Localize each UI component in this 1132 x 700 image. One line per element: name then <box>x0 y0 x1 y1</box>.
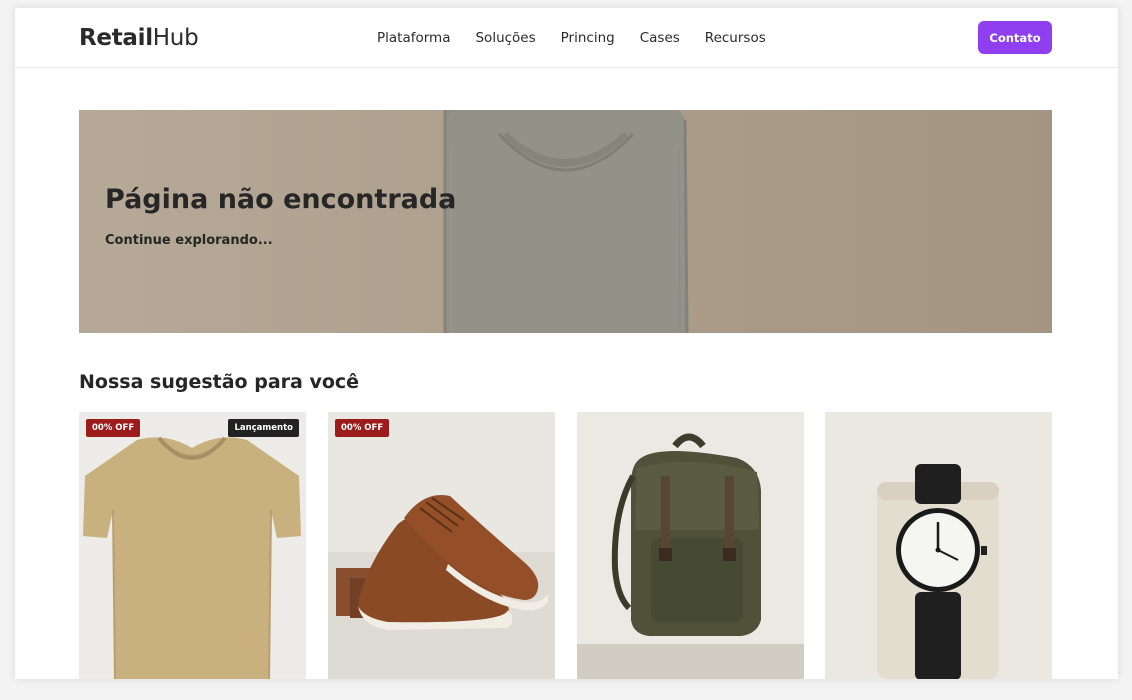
product-card-tshirt[interactable]: 00% OFF Lançamento <box>79 412 306 679</box>
logo-light-text: Hub <box>152 25 199 51</box>
product-image-sneakers <box>328 412 555 679</box>
retailhub-logo[interactable]: RetailHub <box>79 24 199 52</box>
hero-subtitle: Continue explorando... <box>105 233 273 248</box>
main-nav: Plataforma Soluções Princing Cases Recur… <box>377 28 791 48</box>
discount-badge: 00% OFF <box>335 419 390 437</box>
browser-window: RetailHub Plataforma Soluções Princing C… <box>15 8 1118 679</box>
nav-item-recursos[interactable]: Recursos <box>705 28 766 48</box>
discount-badge: 00% OFF <box>86 419 141 437</box>
hero-tshirt-image <box>443 110 689 333</box>
suggestions-title: Nossa sugestão para você <box>79 371 360 393</box>
contact-button[interactable]: Contato <box>978 21 1052 54</box>
logo-bold-text: Retail <box>79 25 153 51</box>
product-card-backpack[interactable] <box>577 412 804 679</box>
hero-title: Página não encontrada <box>105 184 457 215</box>
hero-banner: Página não encontrada Continue explorand… <box>79 110 1052 333</box>
nav-item-plataforma[interactable]: Plataforma <box>377 28 450 48</box>
nav-item-solucoes[interactable]: Soluções <box>475 28 535 48</box>
nav-item-pricing[interactable]: Princing <box>561 28 615 48</box>
product-image-watch <box>825 412 1052 679</box>
product-image-backpack <box>577 412 804 679</box>
site-header: RetailHub Plataforma Soluções Princing C… <box>15 8 1118 68</box>
product-card-sneakers[interactable]: 00% OFF <box>328 412 555 679</box>
launch-badge: Lançamento <box>228 419 299 437</box>
product-image-tshirt <box>79 412 306 679</box>
nav-item-cases[interactable]: Cases <box>640 28 680 48</box>
product-card-watch[interactable] <box>825 412 1052 679</box>
